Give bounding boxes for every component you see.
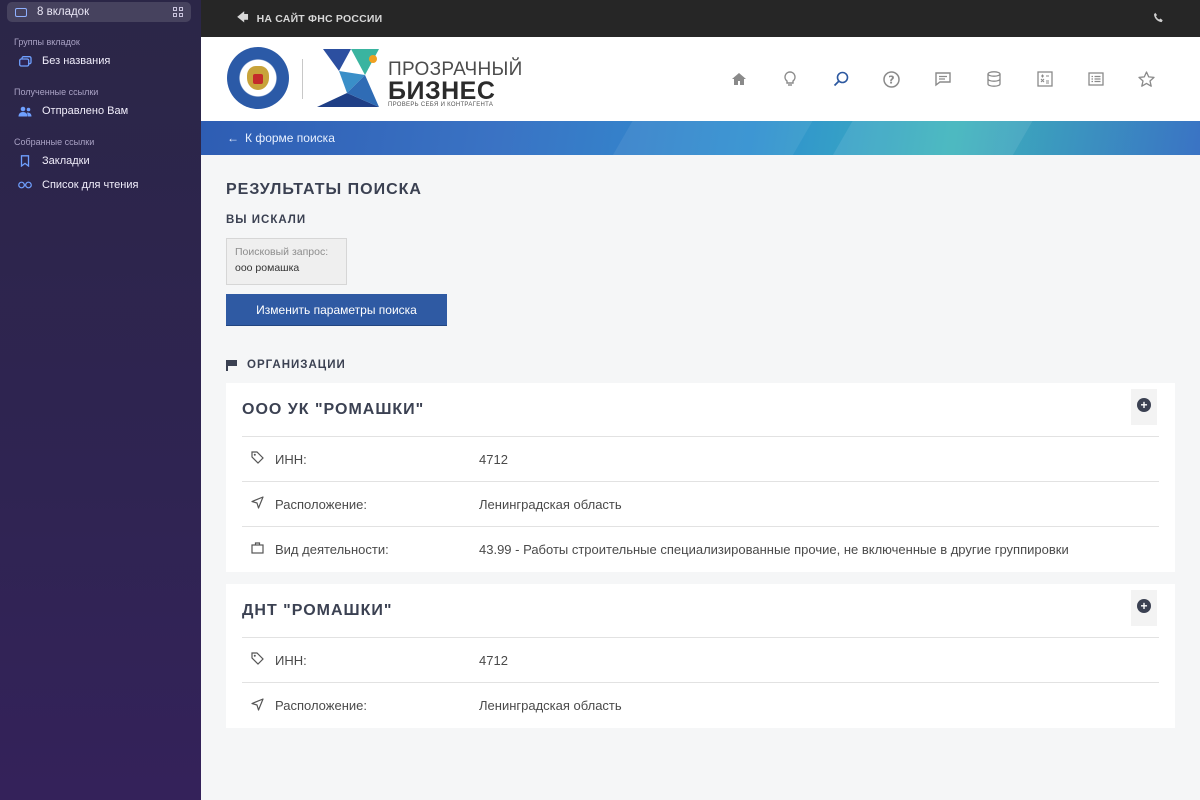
arrow-left-icon: 🡄 (237, 12, 249, 24)
site-header: ПРОЗРАЧНЫЙ БИЗНЕС ПРОВЕРЬ СЕБЯ И КОНТРАГ… (201, 37, 1200, 121)
logo-divider (302, 59, 303, 99)
collected-links-heading: Собранные ссылки (14, 137, 95, 147)
lightbulb-icon[interactable] (764, 64, 815, 94)
organization-card: ООО УК "РОМАШКИ" + ИНН: 4712 Расположени… (226, 383, 1175, 572)
tag-icon (250, 451, 264, 467)
sidebar-item-untitled-group[interactable]: Без названия (18, 55, 110, 67)
briefcase-icon (250, 542, 264, 557)
query-label: Поисковый запрос: (235, 246, 329, 258)
field-label: Расположение: (275, 698, 367, 713)
organizations-heading-label: ОРГАНИЗАЦИИ (247, 359, 346, 371)
database-icon[interactable] (968, 64, 1019, 94)
sidebar-item-label: Закладки (42, 155, 90, 167)
glasses-icon (18, 179, 32, 191)
sidebar-item-label: Список для чтения (42, 179, 139, 191)
people-icon (18, 105, 32, 117)
field-label: ИНН: (275, 652, 307, 668)
field-value: 4712 (479, 652, 508, 668)
organizations-heading: ОРГАНИЗАЦИИ (226, 359, 1175, 371)
transparent-business-logo[interactable] (317, 49, 381, 109)
bookmark-icon (18, 155, 32, 167)
org-field-inn: ИНН: 4712 (242, 437, 1159, 482)
list-icon[interactable] (1070, 64, 1121, 94)
results-content: РЕЗУЛЬТАТЫ ПОИСКА ВЫ ИСКАЛИ Поисковый за… (201, 181, 1200, 728)
expand-plus-button[interactable]: + (1131, 590, 1157, 626)
phone-icon[interactable] (1153, 12, 1164, 26)
calculator-icon[interactable] (1019, 64, 1070, 94)
field-value: Ленинградская область (479, 496, 622, 512)
sidebar-item-reading-list[interactable]: Список для чтения (18, 179, 138, 191)
received-links-heading: Полученные ссылки (14, 87, 99, 97)
searched-heading: ВЫ ИСКАЛИ (226, 214, 307, 226)
help-icon[interactable]: ? (866, 64, 917, 94)
organization-card: ДНТ "РОМАШКИ" + ИНН: 4712 Расположение: … (226, 584, 1175, 728)
back-to-search-link[interactable]: К форме поиска (245, 131, 335, 145)
tabs-overview-button[interactable]: 8 вкладок (7, 2, 191, 22)
organization-name[interactable]: ООО УК "РОМАШКИ" (242, 383, 1159, 437)
eagle-emblem-icon (247, 66, 269, 90)
field-value: Ленинградская область (479, 698, 622, 713)
query-value: ооо ромашка (235, 262, 300, 274)
change-search-params-button[interactable]: Изменить параметры поиска (226, 294, 447, 325)
arrow-left-icon: ← (227, 131, 239, 145)
field-value: 4712 (479, 451, 508, 467)
org-field-inn: ИНН: 4712 (242, 638, 1159, 683)
chat-icon[interactable] (917, 64, 968, 94)
grid-view-icon[interactable] (173, 7, 183, 17)
tag-icon (250, 652, 264, 668)
web-page: 🡄 НА САЙТ ФНС РОССИИ ПРОЗРАЧНЫЙ БИЗНЕС П… (201, 0, 1200, 800)
org-field-location: Расположение: Ленинградская область (242, 683, 1159, 728)
plus-circle-icon: + (1137, 599, 1151, 613)
field-label: Расположение: (275, 496, 367, 512)
organization-name[interactable]: ДНТ "РОМАШКИ" (242, 584, 1159, 638)
search-icon[interactable] (815, 64, 866, 94)
expand-plus-button[interactable]: + (1131, 389, 1157, 425)
sidebar-item-bookmarks[interactable]: Закладки (18, 155, 90, 167)
search-query-box: Поисковый запрос: ооо ромашка (226, 238, 347, 285)
fns-site-link[interactable]: НА САЙТ ФНС РОССИИ (257, 13, 383, 25)
fns-emblem-logo[interactable] (227, 47, 289, 109)
location-arrow-icon (250, 496, 264, 512)
field-label: ИНН: (275, 451, 307, 467)
location-arrow-icon (250, 697, 264, 714)
browser-sidebar: 8 вкладок Группы вкладок Без названия По… (0, 0, 201, 800)
sidebar-item-label: Без названия (42, 55, 111, 67)
tabs-count-label: 8 вкладок (37, 6, 90, 18)
tabs-icon (15, 7, 27, 17)
org-field-activity: Вид деятельности: 43.99 - Работы строите… (242, 527, 1159, 572)
sidebar-item-sent-to-you[interactable]: Отправлено Вам (18, 105, 128, 117)
page-title: РЕЗУЛЬТАТЫ ПОИСКА (226, 181, 422, 198)
flag-icon (226, 360, 238, 371)
field-value: 43.99 - Работы строительные специализиро… (479, 542, 1069, 557)
tab-group-icon (18, 55, 32, 67)
home-icon[interactable] (713, 64, 764, 94)
star-icon[interactable] (1121, 64, 1172, 94)
page-banner: ← К форме поиска (201, 121, 1200, 155)
plus-circle-icon: + (1137, 398, 1151, 412)
top-bar: 🡄 НА САЙТ ФНС РОССИИ (201, 0, 1200, 37)
svg-text:?: ? (888, 73, 894, 86)
tab-groups-heading: Группы вкладок (14, 37, 80, 47)
sidebar-item-label: Отправлено Вам (42, 105, 129, 117)
brand-tagline: ПРОВЕРЬ СЕБЯ И КОНТРАГЕНТА (388, 102, 494, 108)
field-label: Вид деятельности: (275, 542, 389, 557)
org-field-location: Расположение: Ленинградская область (242, 482, 1159, 527)
main-nav: ? (713, 37, 1172, 121)
